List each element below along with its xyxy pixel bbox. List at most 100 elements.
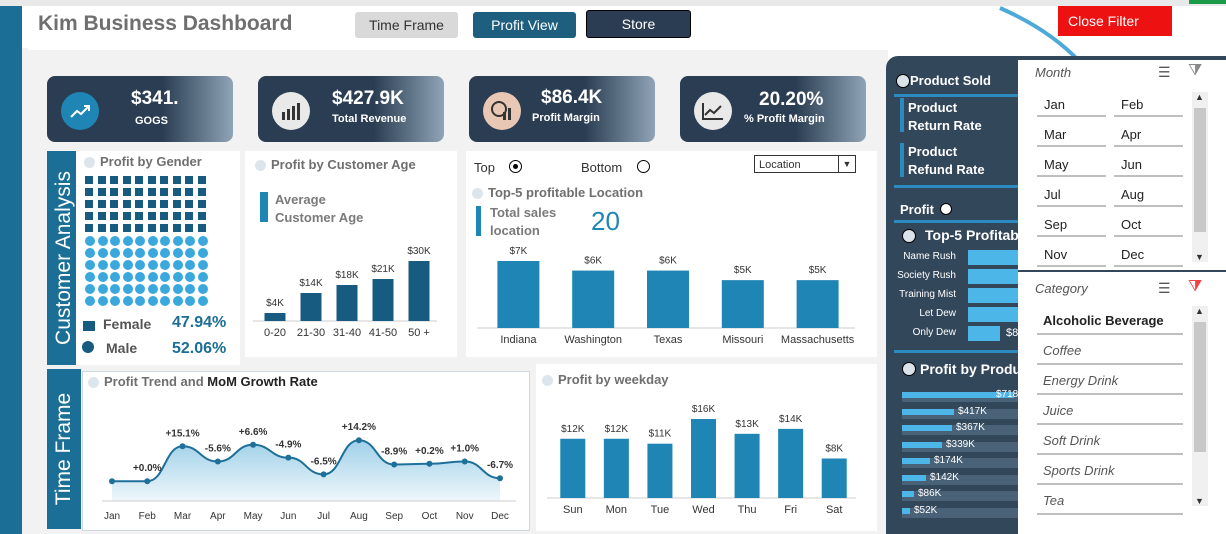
waffle-cell bbox=[97, 176, 106, 184]
product-bar bbox=[902, 507, 910, 514]
waffle-cell bbox=[85, 188, 93, 196]
line-chart-icon bbox=[694, 92, 732, 130]
tick-label: Sep bbox=[385, 511, 403, 522]
data-label: $5K bbox=[809, 265, 827, 276]
growth-label: +0.0% bbox=[133, 463, 162, 474]
waffle-cell bbox=[135, 272, 145, 282]
tick-label: Fri bbox=[784, 504, 797, 516]
category-item[interactable]: Sports Drink bbox=[1037, 463, 1183, 485]
clear-filter-icon[interactable]: ⧩ bbox=[1188, 278, 1202, 296]
growth-label: +15.1% bbox=[165, 428, 199, 439]
month-item-sep[interactable]: Sep bbox=[1037, 217, 1106, 237]
bar bbox=[264, 313, 286, 321]
waffle-cell bbox=[160, 296, 170, 306]
time-frame-button[interactable]: Time Frame bbox=[355, 12, 458, 38]
return-rate-marker bbox=[900, 98, 904, 132]
waffle-cell bbox=[147, 248, 158, 258]
waffle-cell bbox=[185, 200, 193, 208]
radio-icon bbox=[902, 362, 916, 376]
month-item-mar[interactable]: Mar bbox=[1037, 127, 1106, 147]
waffle-cell bbox=[110, 248, 120, 258]
bottom-radio-button[interactable] bbox=[637, 160, 650, 173]
scroll-down-icon[interactable]: ▼ bbox=[1195, 252, 1204, 262]
return-rate-label[interactable]: Product Return Rate bbox=[908, 99, 998, 135]
tick-label: 21-30 bbox=[297, 327, 325, 339]
close-filter-button[interactable]: Close Filter bbox=[1058, 6, 1172, 36]
waffle-cell bbox=[135, 236, 145, 246]
waffle-cell bbox=[97, 296, 108, 306]
top5-bar bbox=[968, 307, 1018, 322]
bar bbox=[372, 279, 394, 321]
scroll-down-icon[interactable]: ▼ bbox=[1195, 496, 1204, 506]
waffle-cell bbox=[110, 224, 118, 232]
month-item-may[interactable]: May bbox=[1037, 157, 1106, 177]
waffle-cell bbox=[85, 272, 95, 282]
month-item-aug[interactable]: Aug bbox=[1114, 187, 1183, 207]
product-value-label: $86K bbox=[918, 488, 942, 499]
panel-divider bbox=[894, 350, 1018, 353]
month-item-jul[interactable]: Jul bbox=[1037, 187, 1106, 207]
waffle-cell bbox=[160, 248, 170, 258]
waffle-cell bbox=[185, 284, 195, 294]
kpi-value: 20.20% bbox=[759, 89, 824, 110]
kpi-label: Profit Margin bbox=[532, 112, 600, 124]
title-dot-icon bbox=[542, 375, 553, 387]
waffle-cell bbox=[85, 296, 95, 306]
kpi-card-percent-profit-margin: 20.20% % Profit Margin bbox=[680, 76, 866, 142]
category-scrollbar[interactable]: ▲ ▼ bbox=[1192, 306, 1208, 506]
store-button[interactable]: Store bbox=[586, 10, 691, 38]
product-sold-tab[interactable]: Product Sold bbox=[894, 66, 1018, 97]
multi-select-icon[interactable]: ☰ bbox=[1158, 64, 1171, 81]
data-point bbox=[355, 437, 362, 444]
location-dropdown[interactable]: Location ▼ bbox=[754, 155, 856, 173]
month-item-nov[interactable]: Nov bbox=[1037, 247, 1106, 267]
profit-radio-button[interactable] bbox=[940, 203, 952, 215]
scroll-up-icon[interactable]: ▲ bbox=[1195, 92, 1204, 102]
month-scrollbar[interactable]: ▲ ▼ bbox=[1192, 92, 1208, 262]
tick-label: Nov bbox=[456, 511, 474, 522]
kpi-card-gogs: $341. GOGS bbox=[47, 76, 233, 142]
month-item-jun[interactable]: Jun bbox=[1114, 157, 1183, 177]
growth-label: +1.0% bbox=[450, 443, 479, 454]
month-item-dec[interactable]: Dec bbox=[1114, 247, 1183, 267]
category-item[interactable]: Energy Drink bbox=[1037, 373, 1183, 395]
kpi-label: GOGS bbox=[135, 115, 169, 127]
data-point bbox=[214, 458, 221, 465]
chevron-down-icon[interactable]: ▼ bbox=[838, 156, 855, 172]
waffle-cell bbox=[122, 296, 133, 306]
category-item[interactable]: Alcoholic Beverage bbox=[1037, 313, 1183, 335]
month-item-oct[interactable]: Oct bbox=[1114, 217, 1183, 237]
growth-label: -6.7% bbox=[487, 460, 513, 471]
waffle-cell bbox=[110, 272, 120, 282]
multi-select-icon[interactable]: ☰ bbox=[1158, 280, 1171, 297]
refund-rate-label[interactable]: Product Refund Rate bbox=[908, 143, 998, 179]
top-radio-button[interactable] bbox=[509, 160, 522, 173]
data-point bbox=[426, 460, 433, 467]
waffle-cell bbox=[185, 212, 193, 220]
waffle-cell bbox=[172, 248, 183, 258]
category-item[interactable]: Coffee bbox=[1037, 343, 1183, 365]
category-item[interactable]: Juice bbox=[1037, 403, 1183, 425]
tick-label: Jan bbox=[104, 511, 120, 522]
category-item[interactable]: Tea bbox=[1037, 493, 1183, 515]
waffle-cell bbox=[85, 236, 95, 246]
category-item[interactable]: Soft Drink bbox=[1037, 433, 1183, 455]
month-item-apr[interactable]: Apr bbox=[1114, 127, 1183, 147]
product-value-label: $174K bbox=[934, 455, 963, 466]
scrollbar-thumb[interactable] bbox=[1194, 322, 1206, 452]
tick-label: Mon bbox=[606, 504, 627, 516]
top5-item-label: Training Mist bbox=[899, 289, 956, 300]
money-chart-icon bbox=[272, 92, 310, 130]
profit-view-button[interactable]: Profit View bbox=[473, 12, 576, 38]
month-item-feb[interactable]: Feb bbox=[1114, 97, 1183, 117]
tick-label: Massachusetts bbox=[781, 334, 855, 346]
scrollbar-thumb[interactable] bbox=[1194, 108, 1206, 232]
waffle-cell bbox=[97, 284, 108, 294]
waffle-cell bbox=[172, 260, 183, 270]
clear-filter-icon[interactable]: ⧩ bbox=[1188, 62, 1202, 80]
month-item-jan[interactable]: Jan bbox=[1037, 97, 1106, 117]
waffle-cell bbox=[197, 260, 208, 270]
waffle-cell bbox=[147, 284, 158, 294]
scroll-up-icon[interactable]: ▲ bbox=[1195, 306, 1204, 316]
data-label: $16K bbox=[692, 405, 716, 415]
